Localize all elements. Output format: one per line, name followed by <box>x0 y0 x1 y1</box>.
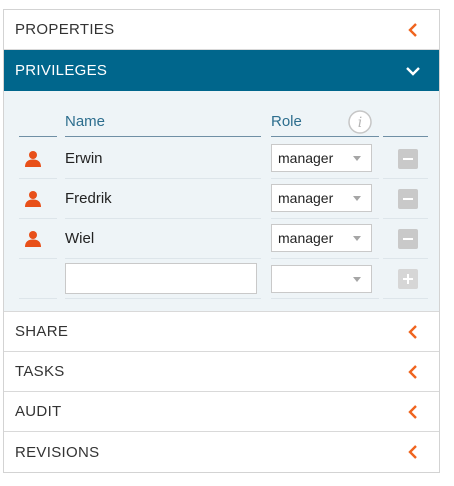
row-divider <box>271 298 379 299</box>
row-divider <box>65 298 261 299</box>
section-properties[interactable]: PROPERTIES <box>4 10 439 50</box>
add-user-button[interactable] <box>398 269 418 289</box>
role-select[interactable]: manager <box>271 144 372 172</box>
user-icon <box>24 230 42 253</box>
section-privileges[interactable]: PRIVILEGES <box>4 50 439 91</box>
caret-down-icon <box>353 277 361 282</box>
column-header-role: Role i <box>271 107 379 137</box>
section-revisions[interactable]: REVISIONS <box>4 432 439 472</box>
chevron-left-icon <box>405 364 421 380</box>
chevron-left-icon <box>405 324 421 340</box>
table-row: Fredrik manager <box>19 179 428 219</box>
chevron-left-icon <box>405 444 421 460</box>
user-name: Erwin <box>65 150 103 167</box>
section-share-label: SHARE <box>15 323 69 340</box>
row-divider <box>19 298 57 299</box>
chevron-left-icon <box>405 22 421 38</box>
user-icon <box>24 150 42 173</box>
user-name: Fredrik <box>65 190 112 207</box>
info-icon[interactable]: i <box>348 110 372 134</box>
role-select-value: manager <box>278 150 334 166</box>
role-select[interactable]: manager <box>271 184 372 212</box>
new-role-select[interactable] <box>271 265 372 293</box>
table-row: Wiel manager <box>19 219 428 259</box>
row-divider <box>383 298 428 299</box>
remove-user-button[interactable] <box>398 149 418 169</box>
column-header-name: Name <box>65 107 261 137</box>
section-audit-label: AUDIT <box>15 403 62 420</box>
chevron-left-icon <box>405 404 421 420</box>
remove-user-button[interactable] <box>398 189 418 209</box>
column-header-actions <box>383 107 428 137</box>
column-name-label: Name <box>65 113 106 130</box>
chevron-down-icon <box>405 63 421 79</box>
section-audit[interactable]: AUDIT <box>4 392 439 432</box>
section-tasks-label: TASKS <box>15 363 65 380</box>
new-user-name-input[interactable] <box>65 263 257 294</box>
remove-user-button[interactable] <box>398 229 418 249</box>
role-select-value: manager <box>278 230 334 246</box>
section-privileges-label: PRIVILEGES <box>15 62 108 79</box>
section-share[interactable]: SHARE <box>4 312 439 352</box>
column-role-label: Role <box>271 113 302 130</box>
section-properties-label: PROPERTIES <box>15 21 115 38</box>
caret-down-icon <box>353 196 361 201</box>
user-name: Wiel <box>65 230 95 247</box>
side-panel: PROPERTIES PRIVILEGES Name Role i Erwin … <box>3 9 440 473</box>
caret-down-icon <box>353 156 361 161</box>
privileges-panel: Name Role i Erwin manager Fredrik manage… <box>4 91 439 312</box>
column-header-icon <box>19 107 57 137</box>
svg-text:i: i <box>358 115 362 131</box>
caret-down-icon <box>353 236 361 241</box>
new-privilege-row <box>19 259 428 299</box>
role-select[interactable]: manager <box>271 224 372 252</box>
table-row: Erwin manager <box>19 139 428 179</box>
role-select-value: manager <box>278 190 334 206</box>
user-icon <box>24 190 42 213</box>
section-tasks[interactable]: TASKS <box>4 352 439 392</box>
section-revisions-label: REVISIONS <box>15 443 100 461</box>
